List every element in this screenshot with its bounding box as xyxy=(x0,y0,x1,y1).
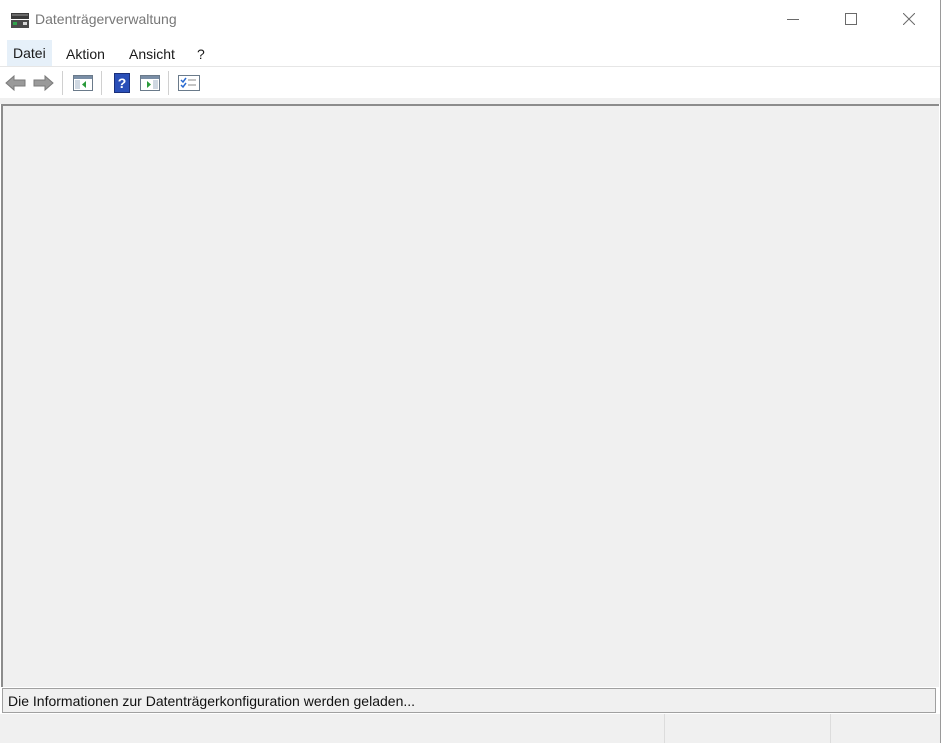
forward-button[interactable] xyxy=(32,72,54,94)
show-hide-action-pane-button[interactable] xyxy=(139,72,161,94)
back-button[interactable] xyxy=(5,72,27,94)
menu-ansicht[interactable]: Ansicht xyxy=(123,44,181,64)
menu-aktion[interactable]: Aktion xyxy=(60,44,111,64)
svg-text:?: ? xyxy=(118,75,127,91)
menu-datei[interactable]: Datei xyxy=(7,40,52,66)
disk-management-icon xyxy=(10,11,30,29)
help-button[interactable]: ? xyxy=(111,72,133,94)
toolbar: ? xyxy=(0,67,940,99)
minimize-icon xyxy=(787,19,799,20)
show-hide-console-tree-button[interactable] xyxy=(72,72,94,94)
status-bar xyxy=(0,714,940,743)
main-content-pane[interactable] xyxy=(1,104,939,687)
disk-management-window: Datenträgerverwaltung Datei Aktion Ansic… xyxy=(0,0,941,743)
title-bar[interactable]: Datenträgerverwaltung xyxy=(0,0,940,38)
properties-icon xyxy=(178,75,200,91)
forward-arrow-icon xyxy=(33,74,54,92)
window-title: Datenträgerverwaltung xyxy=(35,11,177,27)
minimize-button[interactable] xyxy=(764,0,822,38)
status-bar-divider xyxy=(664,714,665,743)
maximize-button[interactable] xyxy=(822,0,880,38)
toolbar-separator xyxy=(168,71,169,95)
status-message-panel: Die Informationen zur Datenträgerkonfigu… xyxy=(2,688,936,713)
show-hide-console-tree-icon xyxy=(73,75,93,91)
help-icon: ? xyxy=(114,73,130,93)
close-icon xyxy=(903,13,915,25)
menu-bar: Datei Aktion Ansicht ? xyxy=(0,38,940,67)
toolbar-separator xyxy=(101,71,102,95)
maximize-icon xyxy=(845,13,857,25)
properties-button[interactable] xyxy=(178,72,200,94)
toolbar-separator xyxy=(62,71,63,95)
back-arrow-icon xyxy=(5,74,26,92)
status-message: Die Informationen zur Datenträgerkonfigu… xyxy=(8,693,416,709)
status-bar-divider xyxy=(830,714,831,743)
close-button[interactable] xyxy=(880,0,938,38)
menu-help[interactable]: ? xyxy=(191,44,211,64)
show-hide-action-pane-icon xyxy=(140,75,160,91)
